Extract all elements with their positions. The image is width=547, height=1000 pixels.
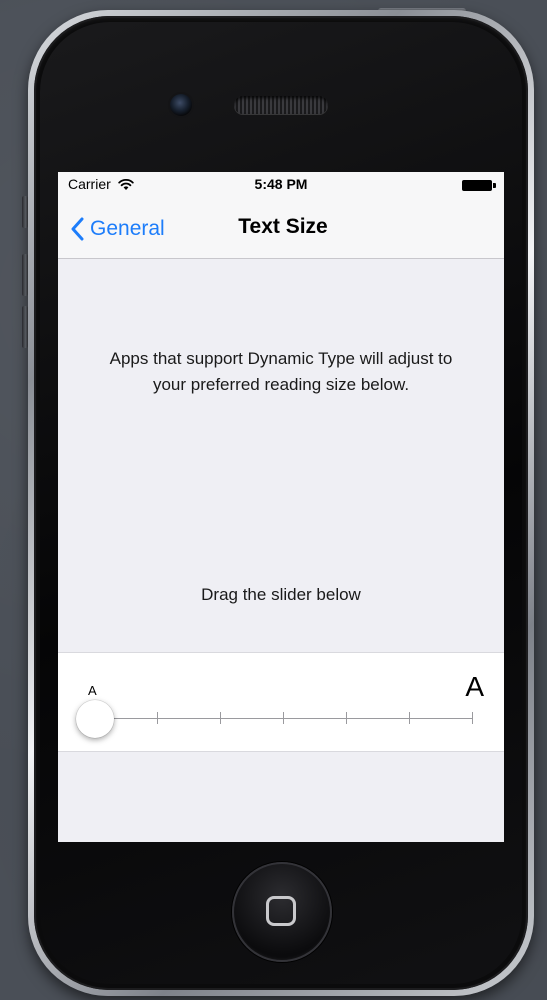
small-text-label: A: [88, 683, 97, 698]
screen: Carrier 5:48 PM General Text Size Apps t…: [58, 172, 504, 842]
slider-hint: Drag the slider below: [201, 585, 361, 604]
navigation-bar: General Text Size: [58, 198, 504, 259]
status-bar: Carrier 5:48 PM: [58, 172, 504, 198]
text-size-slider-cell: A A: [58, 652, 504, 752]
slider-tick: [409, 712, 410, 724]
back-button[interactable]: General: [70, 212, 165, 246]
battery-icon: [462, 180, 498, 191]
dynamic-type-description: Apps that support Dynamic Type will adju…: [109, 349, 453, 394]
chevron-left-icon: [71, 217, 84, 241]
earpiece-speaker: [234, 96, 328, 114]
slider-tick: [283, 712, 284, 724]
front-camera: [170, 94, 192, 116]
status-time: 5:48 PM: [254, 176, 308, 192]
home-square-icon: [266, 896, 296, 926]
text-size-slider-thumb[interactable]: [76, 700, 114, 738]
slider-tick: [157, 712, 158, 724]
large-text-label: A: [465, 671, 484, 702]
slider-tick: [346, 712, 347, 724]
back-button-label: General: [90, 217, 165, 240]
slider-tick: [220, 712, 221, 724]
page-title-text: Text Size: [238, 215, 328, 238]
slider-tick: [472, 712, 473, 724]
home-button[interactable]: [232, 862, 332, 962]
